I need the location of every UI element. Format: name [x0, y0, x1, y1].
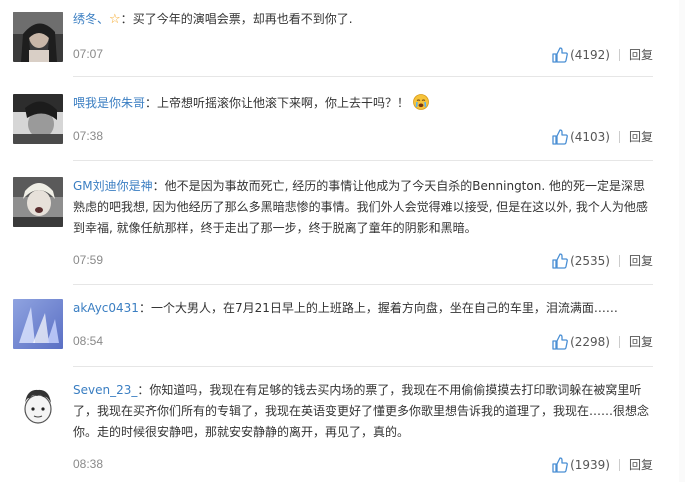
comment-actions: (4103) 回复	[552, 128, 653, 145]
comment-text: 买了今年的演唱会票，却再也看不到你了.	[132, 12, 353, 26]
comment-body: akAyc0431：一个大男人，在7月21日早上的上班路上，握着方向盘，坐在自己…	[73, 301, 618, 315]
like-button[interactable]: (2535)	[552, 252, 610, 269]
reply-button[interactable]: 回复	[629, 333, 653, 350]
like-count: (2535)	[570, 253, 610, 268]
like-button[interactable]: (1939)	[552, 456, 610, 473]
reply-button[interactable]: 回复	[629, 252, 653, 269]
comment-text: 上帝想听摇滚你让他滚下来啊，你上去干吗？！	[157, 96, 410, 110]
like-count: (4192)	[570, 47, 610, 62]
timestamp: 08:54	[73, 334, 104, 348]
divider	[618, 254, 620, 267]
thumbs-up-icon	[552, 333, 568, 350]
row-divider	[73, 284, 653, 285]
like-count: (4103)	[570, 129, 610, 144]
thumbs-up-icon	[552, 46, 568, 63]
thumbs-up-icon	[552, 128, 568, 145]
row-divider	[73, 160, 653, 161]
comment-actions: (1939) 回复	[552, 456, 653, 473]
avatar[interactable]	[13, 299, 63, 349]
username[interactable]: akAyc0431	[73, 301, 139, 315]
thumbs-up-icon	[552, 456, 568, 473]
username[interactable]: Seven_23_	[73, 383, 137, 397]
timestamp: 07:07	[73, 47, 104, 61]
divider	[618, 458, 620, 471]
timestamp: 07:59	[73, 253, 104, 267]
avatar[interactable]	[13, 381, 63, 431]
username[interactable]: 绣冬、	[73, 12, 109, 26]
crying-face-emoji	[412, 94, 429, 110]
like-button[interactable]: (4103)	[552, 128, 610, 145]
thumbs-up-icon	[552, 252, 568, 269]
divider	[618, 130, 620, 143]
scrollbar[interactable]	[679, 0, 685, 482]
divider	[618, 48, 620, 61]
avatar[interactable]	[13, 94, 63, 144]
timestamp: 08:38	[73, 457, 104, 471]
comment-body: GM刘迪你是神：他不是因为事故而死亡, 经历的事情让他成为了今天自杀的Benni…	[73, 179, 648, 235]
username[interactable]: 喂我是你朱哥	[73, 96, 145, 110]
avatar[interactable]	[13, 177, 63, 227]
comment-text: 你知道吗，我现在有足够的钱去买内场的票了，我现在不用偷偷摸摸去打印歌词躲在被窝里…	[73, 383, 650, 439]
timestamp: 07:38	[73, 129, 104, 143]
like-button[interactable]: (2298)	[552, 333, 610, 350]
row-divider	[73, 366, 653, 367]
like-button[interactable]: (4192)	[552, 46, 610, 63]
comment-body: 绣冬、☆：买了今年的演唱会票，却再也看不到你了.	[73, 12, 353, 27]
reply-button[interactable]: 回复	[629, 456, 653, 473]
comment-actions: (2535) 回复	[552, 252, 653, 269]
comment-text: 一个大男人，在7月21日早上的上班路上，握着方向盘，坐在自己的车里，泪流满面……	[150, 301, 618, 315]
star-icon: ☆	[109, 12, 121, 27]
comment-body: 喂我是你朱哥：上帝想听摇滚你让他滚下来啊，你上去干吗？！	[73, 93, 653, 114]
row-divider	[73, 76, 653, 77]
reply-button[interactable]: 回复	[629, 128, 653, 145]
comment-body: Seven_23_：你知道吗，我现在有足够的钱去买内场的票了，我现在不用偷偷摸摸…	[73, 383, 650, 439]
like-count: (1939)	[570, 457, 610, 472]
comment-actions: (4192) 回复	[552, 46, 653, 63]
username[interactable]: GM刘迪你是神	[73, 179, 153, 193]
reply-button[interactable]: 回复	[629, 46, 653, 63]
comment-actions: (2298) 回复	[552, 333, 653, 350]
divider	[618, 335, 620, 348]
like-count: (2298)	[570, 334, 610, 349]
avatar[interactable]	[13, 12, 63, 62]
